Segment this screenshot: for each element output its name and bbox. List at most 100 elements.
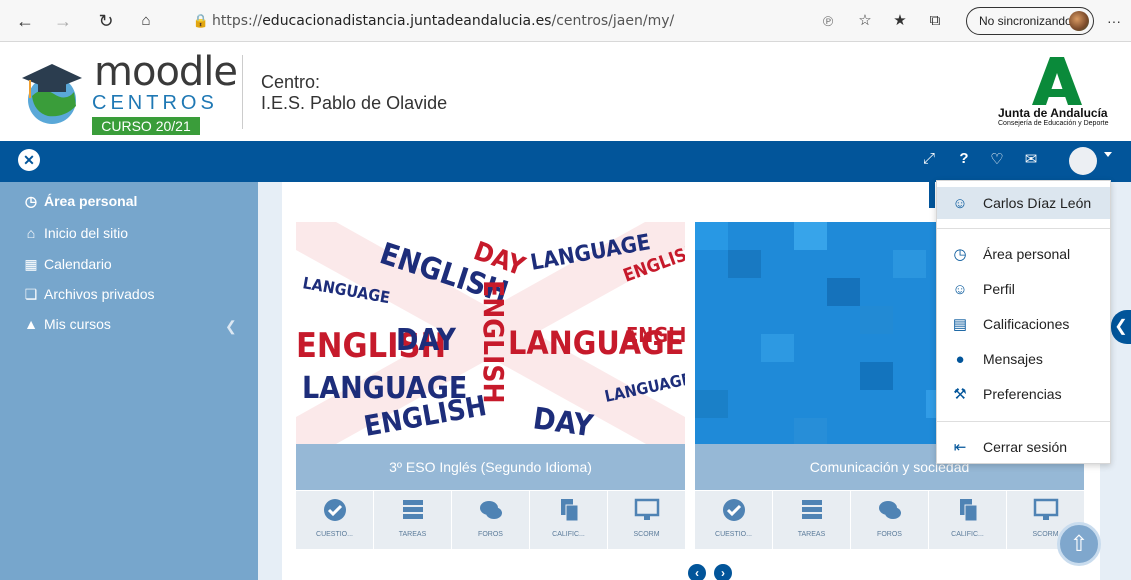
envelope-icon[interactable]: ✉	[1021, 150, 1041, 168]
fullscreen-icon[interactable]: ⤢	[919, 150, 939, 167]
action-label: CALIFIC...	[951, 531, 984, 538]
menu-divider	[937, 421, 1110, 422]
grades-icon: ▤	[952, 316, 968, 333]
action-label: SCORM	[633, 531, 660, 538]
lock-icon[interactable]: 🔒	[188, 8, 214, 34]
more-icon[interactable]: ···	[1101, 8, 1127, 34]
documents-icon	[959, 499, 977, 522]
menu-item-area-personal[interactable]: ◷ Área personal	[937, 238, 1110, 270]
add-favorite-icon[interactable]: ☆	[852, 8, 878, 34]
prev-arrow-icon[interactable]: ‹	[688, 564, 706, 580]
junta-andalucia-logo-icon	[1032, 57, 1082, 105]
centros-logo-text: CENTROS	[92, 92, 218, 114]
course-image: ENGLISH LANGUAGE LANGUAGE DAY ENGLISH EN…	[296, 222, 685, 444]
bell-icon[interactable]: ♡	[987, 150, 1007, 168]
sidebar-item-archivos[interactable]: ❏ Archivos privados	[22, 283, 155, 305]
action-label: TAREAS	[797, 531, 826, 538]
chevron-left-icon[interactable]: ❮	[225, 318, 237, 335]
scorm-button[interactable]: SCORM	[608, 491, 685, 549]
forward-icon[interactable]: →	[50, 8, 76, 34]
course-actions: CUESTIO... TAREAS FOROS CALIFIC... SCORM	[695, 491, 1084, 549]
menu-item-calificaciones[interactable]: ▤ Calificaciones	[937, 308, 1110, 340]
menu-item-label: Cerrar sesión	[983, 439, 1068, 455]
action-label: TAREAS	[398, 531, 427, 538]
profile-sync-button[interactable]: No sincronizando	[966, 7, 1094, 35]
user-avatar[interactable]	[1069, 147, 1097, 175]
curso-badge: CURSO 20/21	[92, 117, 200, 135]
graduation-globe-icon	[22, 64, 82, 124]
sidebar-item-inicio[interactable]: ⌂ Inicio del sitio	[22, 222, 128, 244]
monitor-icon	[634, 498, 659, 520]
assignments-button[interactable]: TAREAS	[374, 491, 451, 549]
action-label: CUESTIO...	[715, 531, 752, 538]
home-icon: ⌂	[26, 225, 36, 241]
collections-icon[interactable]: ⧉	[922, 8, 948, 34]
quiz-button[interactable]: CUESTIO...	[695, 491, 772, 549]
menu-item-label: Mensajes	[983, 351, 1043, 367]
next-arrow-icon[interactable]: ›	[714, 564, 732, 580]
menu-item-mensajes[interactable]: ● Mensajes	[937, 343, 1110, 375]
grades-button[interactable]: CALIFIC...	[530, 491, 607, 549]
menu-username[interactable]: ☺ Carlos Díaz León	[937, 187, 1110, 219]
menu-item-label: Calificaciones	[983, 316, 1070, 332]
grades-button[interactable]: CALIFIC...	[929, 491, 1006, 549]
help-icon[interactable]: ?	[954, 150, 974, 167]
files-icon: ❏	[24, 285, 38, 302]
sidebar-item-mis-cursos[interactable]: ▲ Mis cursos	[22, 313, 111, 335]
menu-item-logout[interactable]: ⇤ Cerrar sesión	[937, 431, 1110, 463]
logout-icon: ⇤	[953, 439, 967, 456]
check-circle-icon	[722, 499, 745, 521]
course-title[interactable]: 3º ESO Inglés (Segundo Idioma)	[296, 444, 685, 490]
url-host: educacionadistancia.juntadeandalucia.es	[262, 13, 552, 29]
refresh-icon[interactable]: ↻	[93, 8, 119, 34]
sidebar-item-area-personal[interactable]: ◷ Área personal	[22, 190, 137, 212]
menu-item-label: Área personal	[983, 246, 1071, 262]
assignments-button[interactable]: TAREAS	[773, 491, 850, 549]
menu-divider	[937, 228, 1110, 229]
sidebar-item-label: Archivos privados	[44, 286, 155, 302]
forums-button[interactable]: FOROS	[452, 491, 529, 549]
menu-item-label: Preferencias	[983, 386, 1062, 402]
sidebar-item-calendario[interactable]: ▦ Calendario	[22, 253, 112, 275]
user-icon: ☺	[952, 280, 968, 298]
moodle-logo-text: moodle	[94, 49, 238, 95]
url-scheme: https://	[212, 13, 263, 29]
back-icon[interactable]: ←	[12, 8, 38, 34]
action-label: CALIFIC...	[552, 531, 585, 538]
site-header: moodle CENTROS CURSO 20/21 Centro: I.E.S…	[0, 42, 1131, 141]
quiz-button[interactable]: CUESTIO...	[296, 491, 373, 549]
check-circle-icon	[323, 499, 346, 521]
action-label: CUESTIO...	[316, 531, 353, 538]
forums-button[interactable]: FOROS	[851, 491, 928, 549]
dashboard-icon: ◷	[953, 246, 967, 263]
menu-item-label: Perfil	[983, 281, 1015, 297]
address-bar[interactable]: https://educacionadistancia.juntadeandal…	[212, 13, 674, 29]
user-menu-caret-icon[interactable]	[1104, 152, 1112, 157]
active-tab-marker	[929, 182, 935, 208]
course-actions: CUESTIO... TAREAS FOROS CALIFIC... SCORM	[296, 491, 685, 549]
monitor-icon	[1033, 498, 1058, 520]
url-path: /centros/jaen/my/	[551, 13, 675, 29]
close-drawer-button[interactable]: ✕	[18, 149, 40, 171]
wordcloud-word: DAY	[396, 323, 456, 358]
course-pager: ‹ ›	[688, 564, 740, 580]
message-icon: ●	[955, 350, 965, 368]
wrench-icon: ⚒	[953, 386, 967, 403]
tasks-icon	[801, 500, 822, 519]
scroll-to-top-button[interactable]: ⇧	[1057, 522, 1101, 566]
sidebar-item-label: Calendario	[44, 256, 112, 272]
action-label: FOROS	[877, 531, 902, 538]
home-icon[interactable]: ⌂	[133, 8, 159, 34]
dashboard-icon: ◷	[24, 192, 38, 209]
user-dropdown-menu: ☺ Carlos Díaz León ◷ Área personal ☺ Per…	[936, 180, 1111, 464]
junta-subtitle: Consejería de Educación y Deporte	[998, 120, 1109, 127]
chat-bubbles-icon	[878, 501, 901, 519]
wordcloud-word: ENGLISH	[626, 323, 685, 347]
menu-item-perfil[interactable]: ☺ Perfil	[937, 273, 1110, 305]
centro-label: Centro:	[261, 72, 321, 92]
graduation-cap-icon: ▲	[24, 316, 38, 332]
favorites-icon[interactable]: ★	[887, 8, 913, 34]
menu-item-preferencias[interactable]: ⚒ Preferencias	[937, 378, 1110, 410]
read-aloud-icon[interactable]: ℗	[815, 8, 841, 34]
tasks-icon	[402, 500, 423, 519]
